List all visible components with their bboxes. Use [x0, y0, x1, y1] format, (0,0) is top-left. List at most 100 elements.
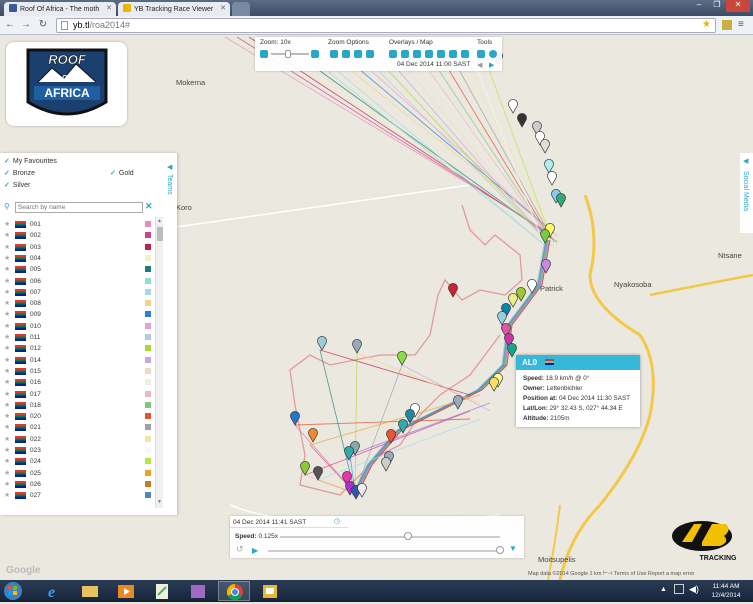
outlook-icon[interactable] [254, 581, 286, 601]
timeline-handle[interactable] [496, 546, 504, 554]
list-item[interactable]: ★ 024 [0, 456, 162, 467]
volume-icon[interactable]: ◀) [689, 584, 699, 595]
rider-marker-icon[interactable] [547, 171, 557, 186]
favourite-star-icon[interactable]: ★ [4, 344, 10, 352]
favourite-star-icon[interactable]: ★ [4, 401, 10, 409]
rider-marker-icon[interactable] [544, 159, 554, 174]
rider-marker-icon[interactable] [357, 483, 367, 498]
media-player-icon[interactable] [110, 581, 142, 601]
tools-help-icon[interactable] [489, 50, 497, 58]
search-input[interactable] [15, 202, 143, 213]
favourite-star-icon[interactable]: ★ [4, 265, 10, 273]
favourite-star-icon[interactable]: ★ [4, 356, 10, 364]
chrome-icon[interactable] [218, 581, 250, 601]
category-silver[interactable]: ✓ Silver [4, 181, 30, 189]
zoom-out-button[interactable] [260, 50, 268, 58]
show-hidden-icons[interactable]: ▲ [660, 586, 667, 593]
list-item[interactable]: ★ 006 [0, 276, 162, 287]
favourite-star-icon[interactable]: ★ [4, 423, 10, 431]
favourite-star-icon[interactable]: ★ [4, 390, 10, 398]
rider-marker-icon[interactable] [508, 293, 518, 308]
favourite-star-icon[interactable]: ★ [4, 322, 10, 330]
new-tab-button[interactable] [232, 2, 250, 16]
list-item[interactable]: ★ 001 [0, 219, 162, 230]
favourite-star-icon[interactable]: ★ [4, 378, 10, 386]
favourite-star-icon[interactable]: ★ [4, 220, 10, 228]
rider-marker-icon[interactable] [448, 283, 458, 298]
extension-icon[interactable] [722, 20, 732, 30]
overlay-satellite-icon[interactable] [449, 50, 457, 58]
rider-marker-icon[interactable] [556, 193, 566, 208]
rider-marker-icon[interactable] [397, 351, 407, 366]
list-item[interactable]: ★ 008 [0, 298, 162, 309]
maximize-button[interactable]: ❐ [708, 0, 726, 12]
rider-marker-icon[interactable] [453, 395, 463, 410]
favourite-star-icon[interactable]: ★ [4, 435, 10, 443]
list-item[interactable]: ★ 002 [0, 230, 162, 241]
favourite-star-icon[interactable]: ★ [4, 288, 10, 296]
favourite-star-icon[interactable]: ★ [4, 446, 10, 454]
zoom-in-button[interactable] [311, 50, 319, 58]
notepad-icon[interactable] [146, 581, 178, 601]
start-button[interactable] [2, 581, 34, 601]
system-clock[interactable]: 11:44 AM 12/4/2014 [702, 582, 750, 600]
map-attribution[interactable]: Map data ©2014 Google 1 km ⊢⊣ Terms of U… [528, 571, 694, 577]
zoom-slider-handle[interactable] [285, 50, 291, 58]
category-bronze[interactable]: ✓ Bronze [4, 169, 35, 177]
rider-marker-icon[interactable] [516, 287, 526, 302]
rider-marker-icon[interactable] [540, 139, 550, 154]
timeline-slider[interactable] [268, 550, 498, 552]
category-my-favourites[interactable]: ✓ My Favourites [4, 157, 57, 165]
url-field[interactable]: yb.tl/roa2014# ★ [56, 18, 716, 33]
overlay-grid-icon[interactable] [389, 50, 397, 58]
favourite-star-icon[interactable]: ★ [4, 277, 10, 285]
list-item[interactable]: ★ 018 [0, 400, 162, 411]
list-item[interactable]: ★ 017 [0, 389, 162, 400]
list-item[interactable]: ★ 005 [0, 264, 162, 275]
favourite-star-icon[interactable]: ★ [4, 469, 10, 477]
favourite-star-icon[interactable]: ★ [4, 299, 10, 307]
favourite-star-icon[interactable]: ★ [4, 412, 10, 420]
scroll-thumb[interactable] [157, 227, 163, 241]
tab-yb-tracking[interactable]: YB Tracking Race Viewer ✕ [118, 2, 230, 16]
favourite-star-icon[interactable]: ★ [4, 333, 10, 341]
favourite-star-icon[interactable]: ★ [4, 310, 10, 318]
favourite-star-icon[interactable]: ★ [4, 231, 10, 239]
next-time-icon[interactable]: ▶ [489, 61, 494, 69]
zoom-expand-icon[interactable] [354, 50, 362, 58]
social-media-tab[interactable]: ◀ Social Media [740, 153, 753, 233]
favourite-star-icon[interactable]: ★ [4, 243, 10, 251]
favourite-star-icon[interactable]: ★ [4, 480, 10, 488]
overlay-flag-icon[interactable] [413, 50, 421, 58]
back-button[interactable]: ← [4, 19, 16, 31]
zoom-fit-icon[interactable] [330, 50, 338, 58]
zoom-reset-icon[interactable] [366, 50, 374, 58]
prev-time-icon[interactable]: ◀ [477, 61, 482, 69]
list-item[interactable]: ★ 021 [0, 422, 162, 433]
list-item[interactable]: ★ 003 [0, 242, 162, 253]
rider-marker-icon[interactable] [508, 99, 518, 114]
rider-marker-icon[interactable] [308, 428, 318, 443]
network-icon[interactable] [674, 584, 684, 594]
forward-button[interactable]: → [20, 19, 32, 31]
list-scrollbar[interactable]: ▲ ▼ [155, 217, 163, 508]
close-tab-icon[interactable]: ✕ [106, 4, 112, 12]
file-explorer-icon[interactable] [74, 581, 106, 601]
scroll-up-icon[interactable]: ▲ [157, 218, 162, 224]
rider-marker-icon[interactable] [497, 311, 507, 326]
rider-marker-icon[interactable] [381, 457, 391, 472]
list-item[interactable]: ★ 022 [0, 434, 162, 445]
rider-marker-icon[interactable] [317, 336, 327, 351]
rider-marker-icon[interactable] [344, 446, 354, 461]
list-item[interactable]: ★ 027 [0, 490, 162, 501]
window-close-button[interactable]: ✕ [726, 0, 750, 12]
category-gold[interactable]: ✓ Gold [110, 169, 134, 177]
list-item[interactable]: ★ 015 [0, 366, 162, 377]
rider-marker-icon[interactable] [352, 339, 362, 354]
rider-markers[interactable] [290, 51, 566, 500]
overlay-layers-icon[interactable] [461, 50, 469, 58]
overlay-map-icon[interactable] [425, 50, 433, 58]
rider-marker-icon[interactable] [489, 377, 499, 392]
list-item[interactable]: ★ 012 [0, 343, 162, 354]
list-item[interactable]: ★ 011 [0, 332, 162, 343]
